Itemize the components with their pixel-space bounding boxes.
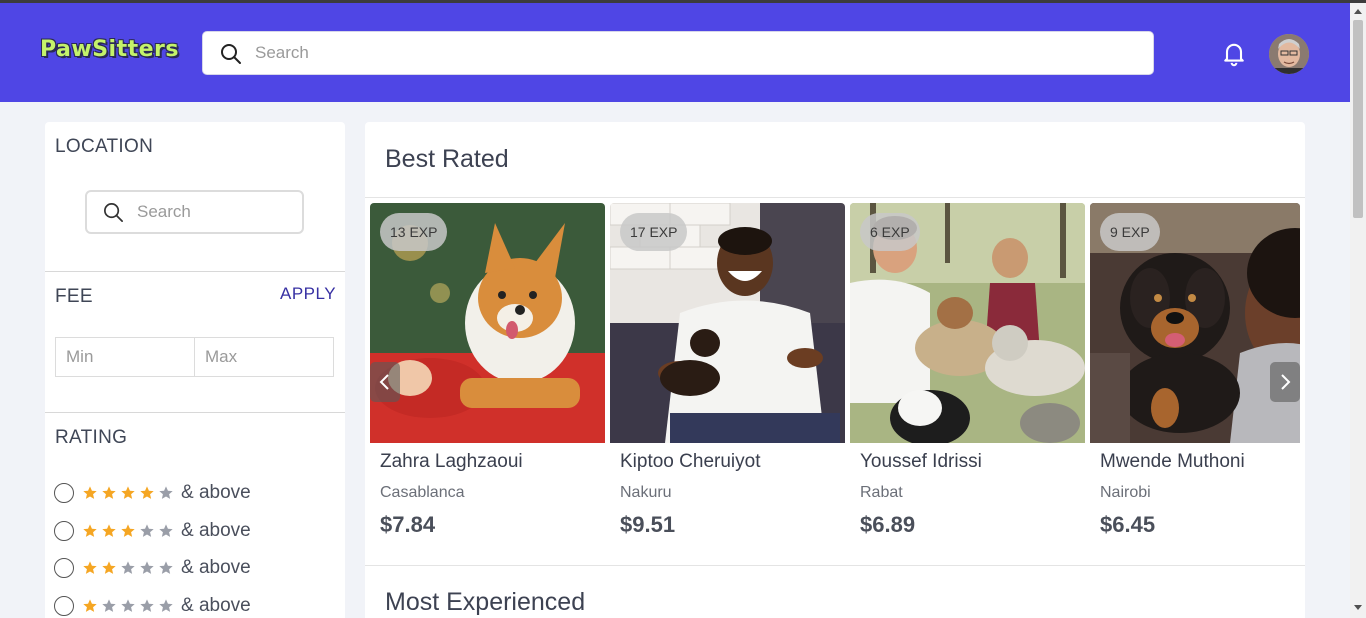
sitter-city: Nairobi: [1100, 484, 1151, 501]
rating-option[interactable]: & above: [54, 520, 251, 542]
rating-title: RATING: [55, 427, 128, 448]
main-content: Best Rated 13 EXP Zahra Laghzaoui Casabl…: [365, 122, 1305, 618]
rating-radio[interactable]: [54, 521, 74, 541]
divider: [45, 271, 345, 272]
sitter-city: Rabat: [860, 484, 903, 501]
star-icon: [102, 561, 116, 574]
bell-icon[interactable]: [1220, 39, 1248, 67]
rating-option[interactable]: & above: [54, 595, 251, 617]
chevron-right-icon: [1281, 374, 1291, 390]
page-scrollbar[interactable]: [1350, 3, 1366, 618]
sitter-name[interactable]: Kiptoo Cheruiyot: [620, 451, 760, 473]
user-avatar[interactable]: [1269, 34, 1309, 74]
global-search[interactable]: [202, 31, 1154, 75]
filter-sidebar: LOCATION FEE APPLY RATING & above & above…: [45, 122, 345, 618]
sitter-name[interactable]: Zahra Laghzaoui: [380, 451, 523, 473]
rating-option[interactable]: & above: [54, 482, 251, 504]
sitter-city: Nakuru: [620, 484, 672, 501]
star-icon: [159, 486, 173, 499]
search-icon: [104, 203, 123, 222]
global-search-input[interactable]: [255, 32, 1135, 74]
rating-stars: [82, 523, 174, 539]
sitter-price: $6.89: [860, 512, 916, 537]
fee-min-input[interactable]: [55, 337, 195, 377]
star-icon: [159, 561, 173, 574]
location-search-input[interactable]: [137, 192, 297, 232]
rating-label: & above: [181, 557, 251, 578]
app-logo[interactable]: PawSitters: [40, 37, 179, 62]
star-icon: [140, 486, 154, 499]
sitter-name[interactable]: Mwende Muthoni: [1100, 451, 1245, 473]
app-header: PawSitters: [0, 3, 1350, 102]
star-icon: [121, 486, 135, 499]
experience-badge: 6 EXP: [860, 213, 920, 251]
star-icon: [140, 599, 154, 612]
rating-radio[interactable]: [54, 483, 74, 503]
most-experienced-title: Most Experienced: [385, 588, 586, 616]
rating-stars: [82, 560, 174, 576]
carousel-next-button[interactable]: [1270, 362, 1300, 402]
star-icon: [102, 486, 116, 499]
fee-max-input[interactable]: [194, 337, 334, 377]
experience-badge: 13 EXP: [380, 213, 448, 251]
rating-option[interactable]: & above: [54, 557, 251, 579]
sitter-name[interactable]: Youssef Idrissi: [860, 451, 982, 473]
sitter-card[interactable]: 6 EXP Youssef Idrissi Rabat $6.89: [850, 203, 1085, 543]
carousel-prev-button[interactable]: [370, 362, 400, 402]
avatar-portrait: [1269, 34, 1309, 74]
star-icon: [121, 524, 135, 537]
scroll-up-icon[interactable]: [1354, 9, 1362, 14]
star-icon: [121, 561, 135, 574]
rating-stars: [82, 485, 174, 501]
rating-radio[interactable]: [54, 596, 74, 616]
best-rated-title: Best Rated: [385, 145, 509, 173]
sitter-card[interactable]: 9 EXP Mwende Muthoni Nairobi $6.45: [1090, 203, 1300, 543]
chevron-left-icon: [379, 374, 389, 390]
star-icon: [140, 561, 154, 574]
experience-badge: 17 EXP: [620, 213, 688, 251]
apply-fee-button[interactable]: APPLY: [280, 284, 336, 304]
rating-label: & above: [181, 595, 251, 616]
sitter-card[interactable]: 17 EXP Kiptoo Cheruiyot Nakuru $9.51: [610, 203, 845, 543]
fee-title: FEE: [55, 286, 93, 307]
star-icon: [83, 599, 97, 612]
location-title: LOCATION: [55, 136, 154, 157]
location-search[interactable]: [85, 190, 304, 234]
star-icon: [159, 524, 173, 537]
search-icon: [221, 44, 241, 64]
rating-stars: [82, 598, 174, 614]
rating-label: & above: [181, 482, 251, 503]
sitter-price: $6.45: [1100, 512, 1156, 537]
divider: [365, 565, 1305, 566]
rating-label: & above: [181, 520, 251, 541]
sitter-price: $9.51: [620, 512, 676, 537]
sitter-city: Casablanca: [380, 484, 465, 501]
star-icon: [83, 524, 97, 537]
rating-radio[interactable]: [54, 558, 74, 578]
star-icon: [83, 561, 97, 574]
star-icon: [121, 599, 135, 612]
divider: [365, 197, 1305, 198]
star-icon: [83, 486, 97, 499]
experience-badge: 9 EXP: [1100, 213, 1160, 251]
star-icon: [159, 599, 173, 612]
divider: [45, 412, 345, 413]
scroll-down-icon[interactable]: [1354, 605, 1362, 610]
sitter-card[interactable]: 13 EXP Zahra Laghzaoui Casablanca $7.84: [370, 203, 605, 543]
star-icon: [102, 524, 116, 537]
star-icon: [140, 524, 154, 537]
scrollbar-thumb[interactable]: [1353, 20, 1363, 218]
sitter-price: $7.84: [380, 512, 436, 537]
star-icon: [102, 599, 116, 612]
